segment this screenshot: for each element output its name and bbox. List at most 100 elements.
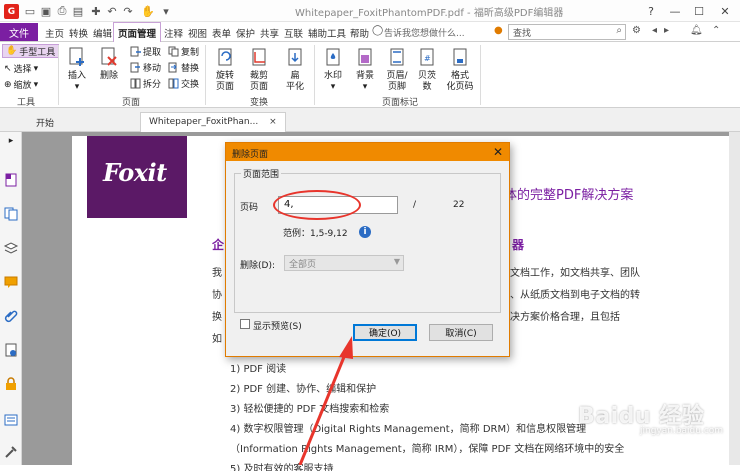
move-page-button[interactable]: 移动 xyxy=(130,61,161,74)
background-button[interactable]: 背景 ▾ xyxy=(352,45,378,93)
menu-edit[interactable]: 编辑 xyxy=(93,26,112,40)
flatten-button[interactable]: 扁 平化 xyxy=(282,45,308,93)
extract-page-button[interactable]: 提取 xyxy=(130,45,161,58)
customize-icon[interactable]: ▾ xyxy=(158,3,174,19)
delete-scope-select[interactable]: 全部页 ▼ xyxy=(284,255,404,271)
dialog-close-icon[interactable]: ✕ xyxy=(493,145,503,159)
lock-icon[interactable] xyxy=(3,376,19,392)
crop-label-2: 页面 xyxy=(249,82,268,92)
save-icon[interactable]: ▣ xyxy=(38,3,54,19)
swap-page-button[interactable]: 交换 xyxy=(168,77,199,90)
nav-right-icon[interactable]: ▸ xyxy=(664,25,669,36)
insert-page-button[interactable]: 插入 ▾ xyxy=(64,45,90,93)
insert-page-icon xyxy=(66,45,88,69)
transform-group-label: 变换 xyxy=(250,98,269,108)
show-preview-checkbox[interactable] xyxy=(240,319,250,329)
form-fields-icon[interactable] xyxy=(3,412,19,428)
menu-view[interactable]: 视图 xyxy=(188,26,207,40)
rotate-page-button[interactable]: 旋转 页面 xyxy=(210,45,240,93)
attachment-icon[interactable] xyxy=(3,308,19,324)
format-page-number-label-2: 化页码 xyxy=(446,82,474,92)
tab-document[interactable]: Whitepaper_FoxitPhan... × xyxy=(140,112,286,132)
print-icon[interactable]: ⎙ xyxy=(54,3,70,19)
undo-icon[interactable]: ↶ xyxy=(104,3,120,19)
divider xyxy=(480,45,481,105)
ok-button[interactable]: 确定(O) xyxy=(353,324,417,341)
copy-label: 复制 xyxy=(181,48,200,58)
menu-convert[interactable]: 转换 xyxy=(69,26,88,40)
close-button[interactable]: ✕ xyxy=(714,2,736,20)
tools-icon[interactable] xyxy=(3,444,19,460)
chevron-down-icon: ▼ xyxy=(393,257,400,266)
tab-document-label: Whitepaper_FoxitPhan... xyxy=(149,117,259,127)
pages-panel-icon[interactable] xyxy=(3,172,19,188)
select-tool-button[interactable]: ↖ 选择 ▾ xyxy=(4,62,38,76)
pages-group-label: 页面 xyxy=(122,98,141,108)
menu-comment[interactable]: 注释 xyxy=(164,26,183,40)
nav-left-icon[interactable]: ◂ xyxy=(652,25,657,36)
open-icon[interactable]: ▭ xyxy=(22,3,38,19)
search-input[interactable]: 查找 ⌕ xyxy=(508,24,626,40)
divider xyxy=(314,45,315,105)
replace-page-button[interactable]: 替换 xyxy=(168,61,199,74)
menu-accessibility[interactable]: 辅助工具 xyxy=(308,26,346,40)
body-text-fragment: 、从纸质文档到电子文档的转 xyxy=(510,290,640,301)
page-heading: 体的完整PDF解决方案 xyxy=(504,188,634,203)
page-range-legend: 页面范围 xyxy=(241,167,282,180)
flatten-label-2: 平化 xyxy=(285,82,304,92)
foxit-connect-icon[interactable]: ● xyxy=(494,25,503,36)
format-page-number-button[interactable]: 格式 化页码 xyxy=(444,45,476,93)
menu-help[interactable]: 帮助 xyxy=(350,26,369,40)
watermark-button[interactable]: 水印 ▾ xyxy=(320,45,346,93)
hand-tool-button[interactable]: ✋ 手型工具 xyxy=(2,44,60,58)
minimize-button[interactable]: — xyxy=(664,2,686,20)
bell-icon[interactable]: 🔔︎ xyxy=(690,25,703,36)
header-footer-button[interactable]: 页眉/ 页脚 xyxy=(382,45,412,93)
hand-quick-icon[interactable]: ✋ xyxy=(140,3,156,19)
tab-bar: 开始 Whitepaper_FoxitPhan... × xyxy=(0,108,740,132)
delete-page-icon xyxy=(98,45,120,69)
ribbon: ✋ 手型工具 ↖ 选择 ▾ ⊕ 缩放 ▾ 工具 插入 ▾ 删除 提取 移动 拆分 xyxy=(0,42,740,108)
new-icon[interactable]: ✚ xyxy=(88,3,104,19)
delete-page-button[interactable]: 删除 xyxy=(96,45,122,82)
cancel-button[interactable]: 取消(C) xyxy=(429,324,493,341)
thumbnails-icon[interactable] xyxy=(3,206,19,222)
menu-share[interactable]: 共享 xyxy=(260,26,279,40)
info-icon[interactable]: i xyxy=(359,226,371,238)
close-tab-icon[interactable]: × xyxy=(269,117,277,127)
layers-icon[interactable] xyxy=(3,240,19,256)
redo-icon[interactable]: ↷ xyxy=(120,3,136,19)
watermark-subtext: jingyan.baidu.com xyxy=(640,426,724,436)
signature-icon[interactable] xyxy=(3,342,19,358)
background-icon xyxy=(354,45,376,69)
crop-page-button[interactable]: 裁剪 页面 xyxy=(244,45,274,93)
menu-file[interactable]: 文件 xyxy=(0,23,38,41)
expand-panel-icon[interactable]: ▸ xyxy=(3,136,19,152)
help-button[interactable]: ? xyxy=(640,2,662,20)
copy-page-button[interactable]: 复制 xyxy=(168,45,199,58)
rotate-label-2: 页面 xyxy=(215,82,234,92)
split-page-button[interactable]: 拆分 xyxy=(130,77,161,90)
tab-start[interactable]: 开始 xyxy=(28,112,62,132)
search-icon[interactable]: ⌕ xyxy=(616,25,622,36)
settings-icon[interactable]: ⚙ xyxy=(632,25,641,36)
maximize-button[interactable]: ☐ xyxy=(688,2,710,20)
vertical-scrollbar[interactable] xyxy=(729,132,740,465)
bates-button[interactable]: # 贝茨 数 xyxy=(414,45,440,93)
menu-page-management[interactable]: 页面管理 xyxy=(113,22,162,42)
zoom-tool-button[interactable]: ⊕ 缩放 ▾ xyxy=(4,78,38,92)
move-label: 移动 xyxy=(143,64,162,74)
comments-icon[interactable] xyxy=(3,274,19,290)
body-text-fragment: 决方案价格合理，且包括 xyxy=(510,312,620,323)
menu-home[interactable]: 主页 xyxy=(45,26,64,40)
collapse-ribbon-icon[interactable]: ⌃ xyxy=(712,25,720,36)
menu-protect[interactable]: 保护 xyxy=(236,26,255,40)
list-item: （Information Rights Management，简称 IRM），保… xyxy=(230,444,625,455)
menu-connect[interactable]: 互联 xyxy=(284,26,303,40)
page-icon[interactable]: ▤ xyxy=(70,3,86,19)
tell-me-hint[interactable]: 告诉我您想做什么... xyxy=(384,26,465,39)
menu-form[interactable]: 表单 xyxy=(212,26,231,40)
header-footer-label-2: 页脚 xyxy=(387,82,406,92)
chevron-down-icon: ▾ xyxy=(362,82,368,92)
insert-label: 插入 xyxy=(67,71,86,81)
